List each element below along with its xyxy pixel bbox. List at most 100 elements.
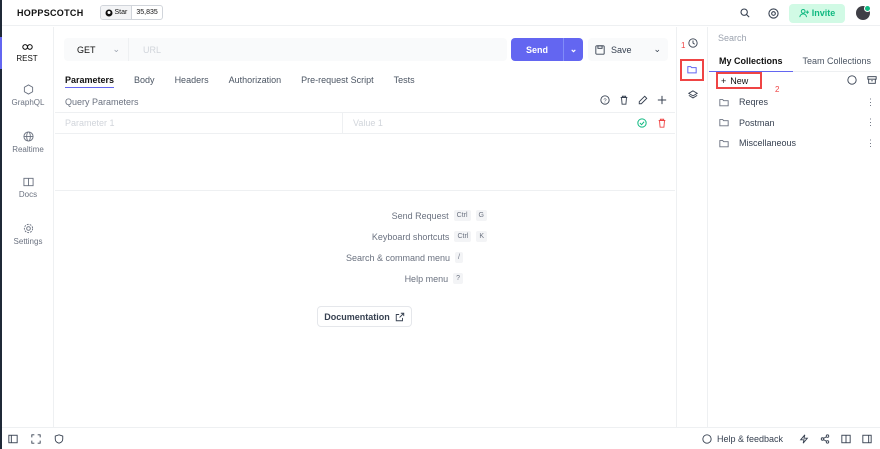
sidebar-item-label: Settings: [13, 237, 43, 246]
request-tabs: Parameters Body Headers Authorization Pr…: [65, 75, 415, 88]
save-icon: [595, 44, 605, 55]
graphql-icon: [23, 84, 33, 95]
tab-authorization[interactable]: Authorization: [229, 75, 282, 88]
app-window: HOPPSCOTCH Star 35,835 Invite REST Graph…: [0, 0, 880, 449]
invite-button[interactable]: Invite: [789, 3, 845, 23]
annotation-number: 1: [681, 41, 686, 50]
sidebar-toggle-icon[interactable]: [8, 434, 18, 444]
list-item[interactable]: Miscellaneous ⋮: [709, 133, 880, 154]
folder-icon: [719, 98, 729, 107]
panel-toggle-icon[interactable]: [862, 434, 872, 444]
send-button[interactable]: Send ⌄: [511, 38, 583, 61]
sidebar-item-rest[interactable]: REST: [0, 37, 52, 69]
help-icon[interactable]: ?: [600, 95, 610, 105]
tab-pre-request-script[interactable]: Pre-request Script: [301, 75, 374, 88]
shortcut-label: Search & command menu: [345, 252, 451, 263]
shortcut-help: Help menu ?: [405, 273, 463, 284]
check-circle-icon[interactable]: [637, 118, 647, 128]
tab-headers[interactable]: Headers: [175, 75, 209, 88]
archive-icon[interactable]: [867, 75, 877, 85]
sidebar-item-docs[interactable]: Docs: [2, 177, 54, 199]
share-icon[interactable]: [820, 433, 830, 444]
help-feedback-button[interactable]: Help & feedback: [702, 434, 783, 444]
key-badge: Ctrl: [453, 210, 471, 221]
shield-icon[interactable]: [54, 433, 64, 444]
method-value: GET: [77, 44, 96, 55]
collections-tabs: My Collections Team Collections: [709, 51, 880, 72]
globe-icon: [22, 131, 34, 142]
save-button[interactable]: Save ⌄: [588, 38, 668, 61]
list-item[interactable]: Reqres ⋮: [709, 92, 880, 113]
key-badge: K: [476, 231, 487, 242]
more-icon[interactable]: ⋮: [866, 97, 875, 108]
collection-name: Miscellaneous: [739, 138, 797, 149]
tab-tests[interactable]: Tests: [394, 75, 415, 88]
link-icon: [21, 44, 33, 50]
sidebar-item-graphql[interactable]: GraphQL: [2, 84, 54, 107]
help-feedback-label: Help & feedback: [716, 433, 783, 444]
key-badge: ?: [453, 273, 463, 284]
help-icon[interactable]: [847, 75, 857, 85]
tab-parameters[interactable]: Parameters: [65, 75, 115, 88]
shortcut-label: Help menu: [404, 273, 449, 284]
delete-icon[interactable]: [657, 118, 667, 128]
sidebar-item-label: REST: [16, 54, 38, 63]
tab-my-collections[interactable]: My Collections: [709, 51, 793, 72]
sidebar-item-realtime[interactable]: Realtime: [2, 131, 54, 154]
gear-icon: [23, 223, 33, 234]
book-icon: [22, 177, 34, 187]
folder-icon: [719, 119, 729, 127]
method-select[interactable]: GET ⌄: [64, 38, 129, 61]
history-icon[interactable]: [688, 38, 698, 48]
plus-icon: +: [721, 75, 727, 86]
avatar[interactable]: [856, 5, 871, 20]
github-star-button[interactable]: Star 35,835: [99, 5, 163, 20]
layers-icon[interactable]: [688, 90, 698, 100]
chevron-down-icon[interactable]: ⌄: [653, 44, 661, 55]
list-item[interactable]: Postman ⋮: [709, 113, 880, 134]
sidebar-item-label: Docs: [18, 190, 38, 199]
shortcut-label: Keyboard shortcuts: [371, 231, 450, 242]
sidebar: REST GraphQL Realtime Docs Settings: [0, 27, 54, 427]
tab-team-collections[interactable]: Team Collections: [793, 51, 880, 72]
url-bar: GET ⌄ URL: [64, 38, 507, 61]
parameter-value-input[interactable]: Value 1: [343, 118, 637, 128]
trash-icon[interactable]: [619, 95, 629, 105]
fullscreen-icon[interactable]: [31, 433, 41, 444]
help-icon: [702, 433, 712, 444]
url-input[interactable]: URL: [129, 45, 161, 55]
sidebar-item-settings[interactable]: Settings: [2, 223, 54, 246]
lightning-icon[interactable]: [799, 434, 809, 444]
key-badge: /: [455, 252, 463, 263]
invite-label: Invite: [811, 8, 836, 18]
tab-body[interactable]: Body: [134, 75, 155, 88]
sidebar-item-label: Realtime: [12, 145, 44, 154]
collections-list: Reqres ⋮ Postman ⋮ Miscellaneous ⋮: [709, 92, 880, 154]
search-icon[interactable]: [740, 8, 750, 18]
add-user-icon: [799, 8, 809, 18]
footer-bar: Help & feedback: [2, 427, 880, 449]
highlight-collections-rail: [680, 59, 704, 81]
github-icon: [105, 9, 113, 16]
chevron-down-icon: ⌄: [112, 44, 120, 54]
edit-icon[interactable]: [638, 95, 648, 105]
parameter-row: Parameter 1 Value 1: [55, 112, 675, 134]
support-icon[interactable]: [768, 7, 779, 19]
shortcut-label: Send Request: [391, 210, 449, 221]
collections-search-input[interactable]: Search: [718, 33, 747, 43]
shortcut-send-request: Send Request Ctrl G: [392, 210, 487, 221]
add-icon[interactable]: [657, 95, 667, 105]
parameter-key-input[interactable]: Parameter 1: [55, 113, 343, 133]
chevron-down-icon[interactable]: ⌄: [563, 38, 583, 61]
brand-logo[interactable]: HOPPSCOTCH: [17, 8, 84, 18]
more-icon[interactable]: ⋮: [866, 117, 875, 128]
panel-divider[interactable]: [55, 190, 675, 191]
key-badge: Ctrl: [454, 231, 472, 242]
documentation-label: Documentation: [324, 311, 390, 322]
more-icon[interactable]: ⋮: [866, 138, 875, 149]
shortcut-keyboard: Keyboard shortcuts Ctrl K: [372, 231, 487, 242]
new-label: New: [730, 75, 749, 86]
new-collection-button[interactable]: + New: [716, 72, 762, 89]
documentation-button[interactable]: Documentation: [317, 306, 412, 327]
columns-icon[interactable]: [841, 434, 851, 444]
